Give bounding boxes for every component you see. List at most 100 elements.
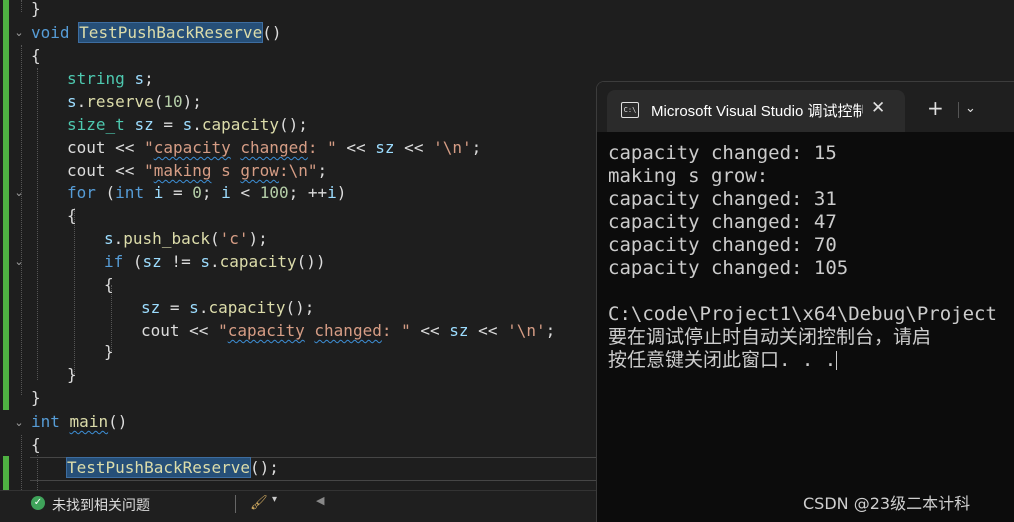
code-token: } (104, 342, 114, 361)
code-token: . (209, 252, 220, 271)
terminal-tab[interactable]: C:\ Microsoft Visual Studio 调试控制台 ✕ (607, 90, 905, 132)
code-token: : " (307, 138, 337, 157)
code-token-spellcheck: capacity (153, 138, 231, 157)
scroll-left-icon[interactable]: ◀ (316, 494, 324, 507)
terminal-line: capacity changed: 31 (608, 188, 837, 210)
code-token: ( (123, 252, 143, 271)
code-token-spellcheck: changed (240, 138, 308, 157)
code-line[interactable]: s.reserve(10); (67, 90, 202, 113)
code-token: sz (134, 115, 154, 134)
code-token: s (134, 69, 145, 88)
code-line[interactable]: { (67, 204, 77, 227)
indent-guide (74, 208, 75, 374)
code-token: 0 (192, 183, 202, 202)
code-token-spellcheck: grow (240, 161, 279, 180)
code-line[interactable]: { (31, 44, 41, 67)
code-token: ; (288, 183, 308, 202)
code-line[interactable]: int main() (31, 410, 127, 433)
code-token: sz (141, 298, 161, 317)
code-token: () (108, 412, 128, 431)
new-tab-plus-icon[interactable]: + (927, 98, 944, 118)
code-line[interactable]: } (67, 363, 77, 386)
console-app-icon: C:\ (621, 102, 639, 118)
text-cursor (836, 351, 838, 370)
terminal-line: making s grow: (608, 165, 769, 187)
code-token: << (179, 321, 219, 340)
code-token: << (105, 138, 145, 157)
code-token: (); (250, 458, 279, 477)
code-line[interactable]: sz = s.capacity(); (141, 296, 314, 319)
terminal-line-prompt: 按任意键关闭此窗口. . . (608, 349, 1014, 372)
code-token: " (218, 321, 228, 340)
code-token: s (67, 92, 77, 111)
code-line[interactable]: } (31, 0, 41, 20)
code-token: sz (142, 252, 162, 271)
code-line[interactable]: TestPushBackReserve(); (65, 456, 279, 479)
code-token: i (221, 183, 231, 202)
code-token-spellcheck: capacity (227, 321, 305, 340)
code-token: push_back (123, 229, 210, 248)
code-token: ); (248, 229, 268, 248)
issues-status-text[interactable]: 未找到相关问题 (52, 495, 150, 515)
code-token: < (230, 183, 260, 202)
code-line[interactable]: cout << "making s grow:\n"; (67, 159, 327, 182)
fold-collapse-icon[interactable]: ⌄ (13, 256, 25, 268)
terminal-line-text: 按任意键关闭此窗口. . . (608, 349, 837, 371)
code-token: . (192, 115, 202, 134)
terminal-line: capacity changed: 15 (608, 142, 837, 164)
terminal-output[interactable]: capacity changed: 15 making s grow: capa… (608, 142, 1014, 372)
code-token: for (67, 183, 96, 202)
code-token: main (69, 412, 109, 431)
code-line[interactable]: if (sz != s.capacity()) (104, 250, 326, 273)
code-token: . (113, 229, 124, 248)
indent-guide (21, 435, 22, 490)
watermark-text: CSDN @23级二本计科 (803, 494, 971, 513)
code-cleanup-broom-icon[interactable]: 🖌 (250, 494, 268, 511)
terminal-line: capacity changed: 47 (608, 211, 837, 233)
code-token: ()) (296, 252, 326, 271)
debug-console-window[interactable]: C:\ Microsoft Visual Studio 调试控制台 ✕ + ⌄ … (596, 81, 1014, 522)
code-token: cout (67, 138, 106, 157)
code-token: s (211, 161, 241, 180)
no-issues-check-icon[interactable]: ✓ (31, 496, 45, 510)
code-line[interactable]: { (104, 273, 114, 296)
code-line[interactable]: string s; (67, 67, 154, 90)
code-token: int (115, 183, 145, 202)
code-token: reserve (86, 92, 154, 111)
code-cleanup-dropdown-icon[interactable]: ▾ (272, 494, 277, 505)
code-token-selected: TestPushBackReserve (65, 457, 252, 478)
code-token: { (67, 206, 77, 225)
code-line[interactable]: for (int i = 0; i < 100; ++i) (67, 181, 346, 204)
code-line[interactable]: s.push_back('c'); (104, 227, 268, 250)
code-token: s (182, 115, 193, 134)
code-token: string (67, 69, 125, 88)
code-token: } (67, 365, 77, 384)
code-token: = (163, 183, 193, 202)
code-token: << (336, 138, 376, 157)
close-tab-icon[interactable]: ✕ (871, 98, 885, 118)
code-token: size_t (67, 115, 125, 134)
code-line[interactable]: void TestPushBackReserve() (31, 21, 281, 44)
code-token: . (198, 298, 209, 317)
code-line[interactable]: { (31, 433, 41, 456)
code-line[interactable]: cout << "capacity changed: " << sz << '\… (67, 136, 481, 159)
fold-collapse-icon[interactable]: ⌄ (13, 187, 25, 199)
code-line[interactable]: } (31, 386, 41, 409)
terminal-tab-title: Microsoft Visual Studio 调试控制台 (651, 103, 863, 120)
editor-status-bar: ✓ 未找到相关问题 🖌 ▾ ◀ (0, 490, 598, 522)
code-line[interactable]: size_t sz = s.capacity(); (67, 113, 308, 136)
code-line[interactable]: } (104, 340, 114, 363)
code-line[interactable]: cout << "capacity changed: " << sz << '\… (141, 319, 555, 342)
code-token: cout (67, 161, 106, 180)
code-token: sz (375, 138, 395, 157)
tab-dropdown-chevron-icon[interactable]: ⌄ (965, 101, 976, 116)
terminal-line: 要在调试停止时自动关闭控制台，请启 (608, 326, 932, 348)
fold-collapse-icon[interactable]: ⌄ (13, 417, 25, 429)
terminal-titlebar[interactable]: C:\ Microsoft Visual Studio 调试控制台 ✕ + ⌄ (597, 82, 1014, 132)
code-token: if (104, 252, 124, 271)
fold-collapse-icon[interactable]: ⌄ (13, 27, 25, 39)
code-token: } (31, 0, 41, 18)
code-token: ( (95, 183, 116, 202)
